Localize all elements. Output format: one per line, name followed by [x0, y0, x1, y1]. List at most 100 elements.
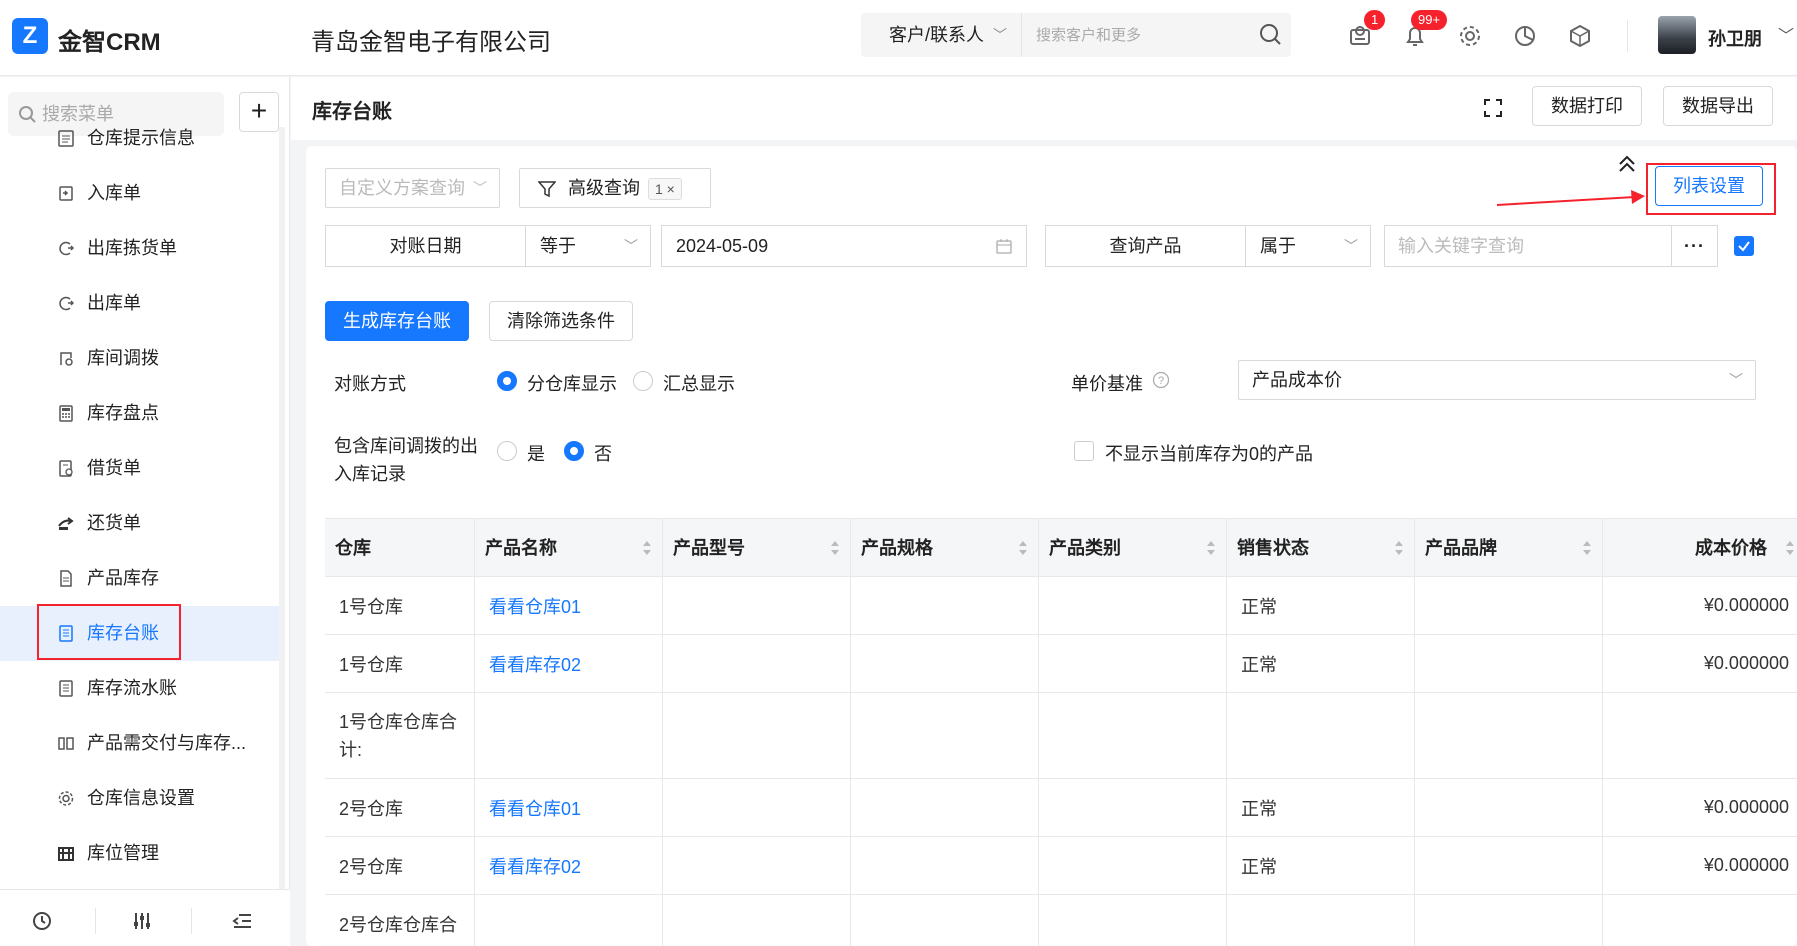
- clear-filters-button[interactable]: 清除筛选条件: [489, 301, 633, 341]
- recon-by-warehouse-label[interactable]: 分仓库显示: [527, 370, 617, 396]
- custom-scheme-label: 自定义方案查询: [339, 178, 465, 198]
- table-row[interactable]: 1号仓库 看看仓库01 正常 ¥0.000000: [325, 577, 1797, 635]
- sidebar-item-location-management[interactable]: 库位管理: [0, 826, 279, 881]
- collapse-menu-icon[interactable]: [231, 910, 253, 932]
- sidebar-item-delivery-vs-stock[interactable]: 产品需交付与库存...: [0, 716, 279, 771]
- sidebar-item-warehouse-settings[interactable]: 仓库信息设置: [0, 771, 279, 826]
- cell-warehouse: 2号仓库: [325, 779, 475, 836]
- sidebar-item-inventory-ledger[interactable]: 库存台账: [0, 604, 279, 661]
- keyword-input[interactable]: 输入关键字查询: [1384, 225, 1672, 267]
- check-icon: [1738, 241, 1750, 252]
- history-icon[interactable]: [31, 910, 53, 932]
- help-icon[interactable]: ?: [1152, 371, 1170, 389]
- sidebar-item-picking[interactable]: 出库拣货单: [0, 221, 279, 276]
- table-row[interactable]: 2号仓库 看看库存02 正常 ¥0.000000: [325, 837, 1797, 895]
- sidebar-item-return[interactable]: 还货单: [0, 496, 279, 551]
- generate-ledger-button[interactable]: 生成库存台账: [325, 301, 469, 341]
- user-name[interactable]: 孙卫朋: [1708, 25, 1762, 51]
- column-header-model[interactable]: 产品型号: [663, 519, 851, 577]
- cell-cost-price: ¥0.000000: [1703, 595, 1789, 615]
- cell-spec: [851, 635, 1039, 692]
- product-link[interactable]: 看看仓库01: [489, 795, 581, 821]
- column-header-category[interactable]: 产品类别: [1039, 519, 1227, 577]
- more-options-button[interactable]: ···: [1671, 225, 1718, 267]
- cell-cost-price: ¥0.000000: [1703, 855, 1789, 875]
- column-header-label: 产品型号: [673, 538, 745, 558]
- export-button[interactable]: 数据导出: [1663, 86, 1773, 126]
- product-link[interactable]: 看看库存02: [489, 853, 581, 879]
- sidebar-item-inbound[interactable]: 入库单: [0, 166, 279, 221]
- table-row[interactable]: 2号仓库 看看仓库01 正常 ¥0.000000: [325, 779, 1797, 837]
- search-button[interactable]: [1251, 13, 1291, 57]
- table-row-subtotal[interactable]: 2号仓库仓库合: [325, 895, 1797, 946]
- cell-cost-price: ¥0.000000: [1703, 653, 1789, 673]
- column-header-sales-status[interactable]: 销售状态: [1227, 519, 1415, 577]
- column-header-warehouse[interactable]: 仓库: [325, 519, 475, 577]
- transfer-no-label[interactable]: 否: [594, 440, 612, 466]
- recon-summary-radio[interactable]: [633, 371, 653, 391]
- transfer-yes-label[interactable]: 是: [527, 440, 545, 466]
- sidebar-item-borrow[interactable]: 借货单: [0, 441, 279, 496]
- sidebar-item-stocktake[interactable]: 库存盘点: [0, 386, 279, 441]
- keyword-checkbox[interactable]: [1734, 236, 1754, 256]
- cell-product-name: 看看仓库01: [475, 779, 663, 836]
- custom-scheme-select[interactable]: 自定义方案查询 ﹀: [325, 168, 500, 208]
- hide-zero-stock-checkbox[interactable]: [1074, 441, 1094, 461]
- sidebar-item-warehouse-tips[interactable]: 仓库提示信息: [0, 111, 279, 166]
- sort-icon[interactable]: [1018, 539, 1028, 557]
- sidebar-item-transfer[interactable]: 库间调拨: [0, 331, 279, 386]
- price-basis-select[interactable]: 产品成本价 ﹀: [1238, 360, 1756, 400]
- product-operator-select[interactable]: 属于 ﹀: [1245, 225, 1371, 267]
- avatar[interactable]: [1658, 16, 1696, 54]
- sidebar-item-inventory-journal[interactable]: 库存流水账: [0, 661, 279, 716]
- column-header-product-name[interactable]: 产品名称: [475, 519, 663, 577]
- cell-product-name: 看看仓库01: [475, 577, 663, 634]
- date-picker[interactable]: 2024-05-09: [661, 225, 1027, 267]
- product-link[interactable]: 看看仓库01: [489, 593, 581, 619]
- product-field-select[interactable]: 查询产品: [1045, 225, 1246, 267]
- menu-list: 仓库提示信息 入库单 出库拣货单 出库单 库间调拨 库存盘点 借货单 还货单 产…: [0, 127, 279, 881]
- cube-icon[interactable]: [1566, 22, 1594, 50]
- cell-model: [663, 779, 851, 836]
- ledger-icon: [59, 625, 73, 642]
- recon-summary-label[interactable]: 汇总显示: [663, 370, 735, 396]
- search-type-select[interactable]: 客户/联系人 ﹀: [861, 13, 1021, 57]
- sidebar-scrollbar[interactable]: [279, 127, 285, 946]
- column-header-spec[interactable]: 产品规格: [851, 519, 1039, 577]
- calendar-icon: [996, 239, 1012, 254]
- table-row-subtotal[interactable]: 1号仓库仓库合计:: [325, 693, 1797, 779]
- date-operator-select[interactable]: 等于 ﹀: [525, 225, 651, 267]
- logo-icon: Z: [12, 18, 48, 54]
- hide-zero-stock-label[interactable]: 不显示当前库存为0的产品: [1105, 440, 1313, 466]
- transfer-yes-radio[interactable]: [497, 441, 517, 461]
- global-search-input[interactable]: [1021, 13, 1251, 57]
- advanced-query-button[interactable]: 高级查询 1 ×: [519, 168, 711, 208]
- gear-icon[interactable]: [1456, 22, 1484, 50]
- fullscreen-icon[interactable]: [1483, 98, 1503, 118]
- print-button[interactable]: 数据打印: [1532, 86, 1642, 126]
- sidebar-item-label: 入库单: [87, 183, 141, 203]
- sort-icon[interactable]: [1785, 539, 1795, 557]
- sort-icon[interactable]: [830, 539, 840, 557]
- sidebar-item-outbound[interactable]: 出库单: [0, 276, 279, 331]
- sliders-icon[interactable]: [131, 910, 153, 932]
- chevron-down-icon: ﹀: [1729, 372, 1743, 388]
- product-link[interactable]: 看看库存02: [489, 651, 581, 677]
- table-row[interactable]: 1号仓库 看看库存02 正常 ¥0.000000: [325, 635, 1797, 693]
- pie-chart-icon[interactable]: [1511, 22, 1539, 50]
- sort-icon[interactable]: [1582, 539, 1592, 557]
- sidebar-item-product-stock[interactable]: 产品库存: [0, 551, 279, 606]
- column-header-cost-price[interactable]: 成本价格: [1603, 519, 1797, 577]
- date-field-select[interactable]: 对账日期: [325, 225, 526, 267]
- sidebar-item-label: 出库拣货单: [87, 238, 177, 258]
- transfer-no-radio[interactable]: [564, 441, 584, 461]
- chevron-down-icon[interactable]: ﹀: [1778, 22, 1794, 46]
- filter-icon: [538, 181, 556, 198]
- recon-by-warehouse-radio[interactable]: [497, 371, 517, 391]
- column-header-brand[interactable]: 产品品牌: [1415, 519, 1603, 577]
- query-count-tag[interactable]: 1 ×: [648, 178, 682, 200]
- collapse-icon[interactable]: [1618, 154, 1636, 176]
- sort-icon[interactable]: [642, 539, 652, 557]
- sort-icon[interactable]: [1206, 539, 1216, 557]
- sort-icon[interactable]: [1394, 539, 1404, 557]
